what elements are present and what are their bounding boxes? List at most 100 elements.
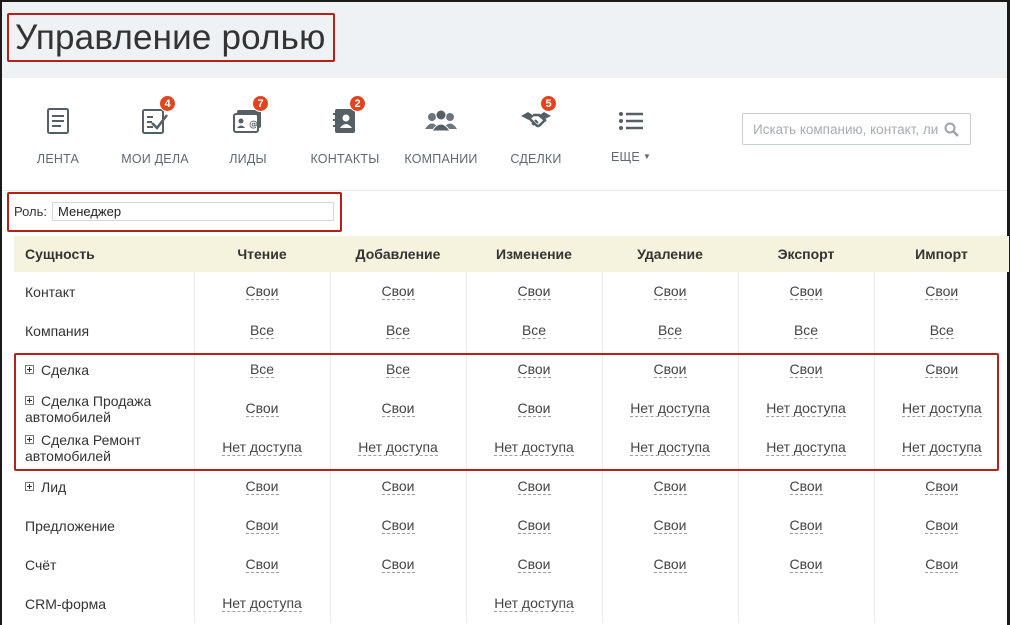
- contacts-icon: 2: [325, 95, 366, 138]
- permission-cell: Свои: [601, 506, 738, 545]
- permission-value-link[interactable]: Свои: [245, 479, 279, 495]
- permission-value-link[interactable]: Свои: [381, 518, 415, 534]
- toolbar-item-contacts[interactable]: 2 КОНТАКТЫ: [295, 78, 395, 190]
- deals-icon: 5: [516, 95, 557, 138]
- toolbar-item-more[interactable]: ЕЩЕ ▼: [581, 78, 681, 190]
- toolbar-item-feed[interactable]: ЛЕНТА: [8, 78, 108, 190]
- permission-value-link[interactable]: Свои: [517, 479, 551, 495]
- toolbar-item-companies[interactable]: КОМПАНИИ: [391, 78, 491, 190]
- permission-cell: Все: [465, 311, 602, 350]
- permission-value-link[interactable]: Все: [249, 362, 275, 378]
- permission-value-link[interactable]: Свои: [517, 557, 551, 573]
- permission-cell: Все: [193, 350, 330, 389]
- permission-value-link[interactable]: Свои: [245, 401, 279, 417]
- permission-value-link[interactable]: Свои: [381, 557, 415, 573]
- permission-value-link[interactable]: Свои: [517, 362, 551, 378]
- expand-plus-icon[interactable]: [25, 481, 34, 491]
- permission-value-link[interactable]: Нет доступа: [630, 440, 710, 456]
- permission-value-link[interactable]: Нет доступа: [901, 440, 982, 456]
- permission-value-link[interactable]: Свои: [381, 401, 415, 417]
- permission-value-link[interactable]: Все: [929, 323, 954, 339]
- table-row: Счёт Свои Свои Свои Свои Свои Свои: [14, 545, 1009, 584]
- role-name-input[interactable]: [52, 201, 335, 221]
- permission-cell: Свои: [873, 467, 1009, 506]
- permission-value-link[interactable]: Все: [249, 323, 275, 339]
- permission-cell: Свои: [329, 389, 466, 428]
- permission-value-link[interactable]: Свои: [245, 284, 279, 300]
- toolbar-label-more: ЕЩЕ ▼: [611, 150, 651, 164]
- permission-value-link[interactable]: Свои: [789, 518, 823, 534]
- permission-value-link[interactable]: Свои: [925, 479, 959, 495]
- permission-cell: Свои: [873, 272, 1009, 311]
- search-icon[interactable]: [944, 122, 959, 142]
- permission-value-link[interactable]: Свои: [789, 557, 823, 573]
- permission-value-link[interactable]: Свои: [653, 284, 687, 300]
- permission-value-link[interactable]: Свои: [925, 557, 959, 573]
- permission-value-link[interactable]: Свои: [653, 479, 687, 495]
- permission-value-link[interactable]: Свои: [245, 518, 279, 534]
- permission-value-link[interactable]: Все: [521, 323, 547, 339]
- entity-label: Сделка: [41, 361, 89, 378]
- permission-value-link[interactable]: Нет доступа: [222, 440, 302, 456]
- permission-value-link[interactable]: Все: [657, 323, 683, 339]
- permission-value-link[interactable]: Нет доступа: [766, 401, 846, 417]
- permission-value-link[interactable]: Свои: [653, 362, 687, 378]
- entity-label: Сделка Ремонт автомобилей: [25, 431, 141, 464]
- permission-value-link[interactable]: Все: [385, 323, 411, 339]
- permission-cell: [737, 584, 874, 623]
- permission-value-link[interactable]: Свои: [381, 284, 415, 300]
- toolbar-item-tasks[interactable]: 4 МОИ ДЕЛА: [105, 78, 205, 190]
- page-title: Управление ролью: [15, 18, 326, 57]
- permission-value-link[interactable]: Свои: [789, 362, 823, 378]
- entity-label: Компания: [25, 322, 90, 339]
- permission-value-link[interactable]: Нет доступа: [494, 440, 574, 456]
- permission-cell: Все: [873, 311, 1009, 350]
- permission-cell: Свои: [193, 467, 330, 506]
- permission-value-link[interactable]: Все: [385, 362, 411, 378]
- permission-value-link[interactable]: Свои: [789, 284, 823, 300]
- entity-cell: Сделка: [14, 350, 194, 389]
- permission-value-link[interactable]: Нет доступа: [222, 596, 302, 612]
- permission-value-link[interactable]: Свои: [925, 362, 959, 378]
- permission-value-link[interactable]: Свои: [925, 284, 959, 300]
- companies-icon: [421, 104, 461, 138]
- permission-value-link[interactable]: Свои: [517, 284, 551, 300]
- toolbar-item-leads[interactable]: @ 7 ЛИДЫ: [198, 78, 298, 190]
- entity-label: Лид: [41, 478, 67, 495]
- entity-label: Сделка Продажа автомобилей: [25, 392, 152, 425]
- permission-value-link[interactable]: Нет доступа: [901, 401, 982, 417]
- permission-value-link[interactable]: Свои: [653, 518, 687, 534]
- permission-value-link[interactable]: Свои: [517, 401, 551, 417]
- expand-plus-icon[interactable]: [25, 434, 34, 444]
- toolbar-label-tasks: МОИ ДЕЛА: [121, 152, 189, 166]
- entity-cell: Компания: [14, 311, 194, 350]
- permission-cell: Свои: [329, 545, 466, 584]
- permission-value-link[interactable]: Свои: [245, 557, 279, 573]
- entity-cell: Контакт: [14, 272, 194, 311]
- permission-cell: [601, 584, 738, 623]
- expand-plus-icon[interactable]: [25, 395, 34, 405]
- column-header-import: Импорт: [874, 236, 1009, 272]
- permission-value-link[interactable]: Нет доступа: [766, 440, 846, 456]
- expand-plus-icon[interactable]: [25, 364, 34, 374]
- permission-value-link[interactable]: Все: [793, 323, 819, 339]
- table-row: Контакт Свои Свои Свои Свои Свои Свои: [14, 272, 1009, 311]
- permission-value-link[interactable]: Свои: [653, 557, 687, 573]
- page-header: Управление ролью: [2, 2, 1007, 78]
- permission-value-link[interactable]: Свои: [789, 479, 823, 495]
- more-label-text: ЕЩЕ: [610, 150, 640, 164]
- permission-value-link[interactable]: Свои: [925, 518, 959, 534]
- permission-value-link[interactable]: Свои: [381, 479, 415, 495]
- permission-value-link[interactable]: Нет доступа: [630, 401, 710, 417]
- crm-toolbar: ЛЕНТА 4 МОИ ДЕЛА @ 7 ЛИДЫ 2 КОНТАКТЫ КОМ…: [2, 78, 1007, 191]
- search-box: [742, 113, 971, 145]
- feed-icon: [38, 104, 78, 138]
- permission-value-link[interactable]: Нет доступа: [358, 440, 438, 456]
- search-input[interactable]: [743, 114, 938, 144]
- permission-cell: Нет доступа: [737, 389, 874, 428]
- contacts-badge: 2: [349, 95, 366, 112]
- permission-value-link[interactable]: Свои: [517, 518, 551, 534]
- toolbar-item-deals[interactable]: 5 СДЕЛКИ: [486, 78, 586, 190]
- permission-cell: Нет доступа: [601, 389, 738, 428]
- permission-value-link[interactable]: Нет доступа: [494, 596, 574, 612]
